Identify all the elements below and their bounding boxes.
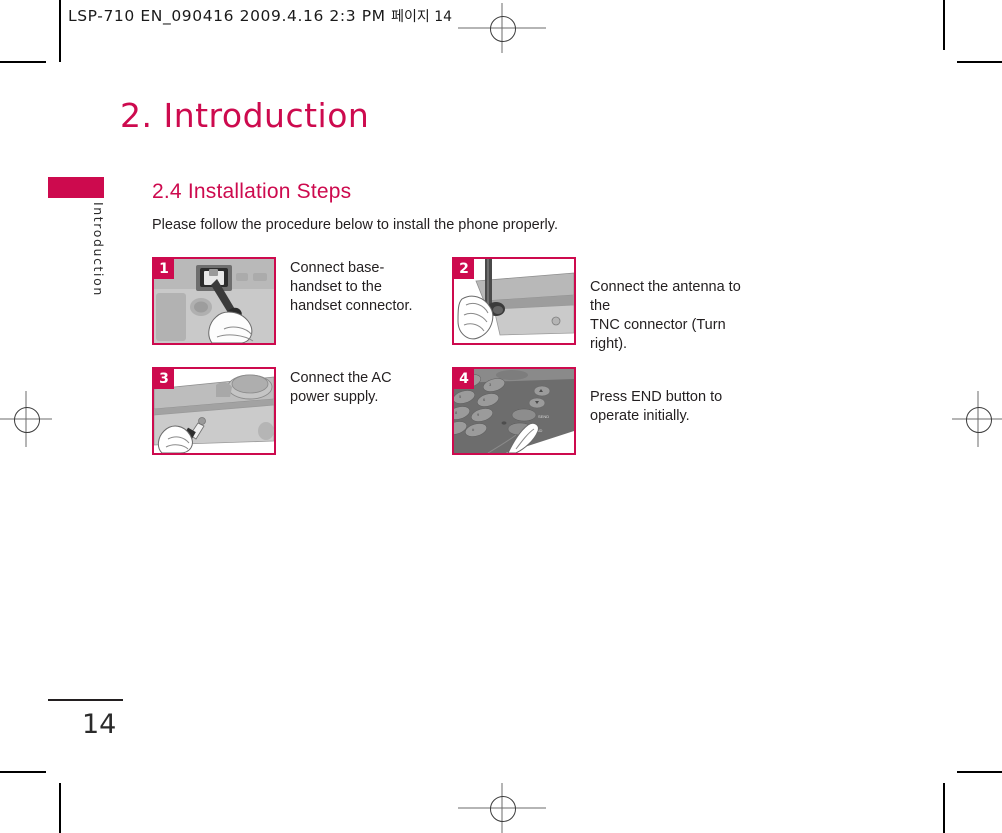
step-row-1: 1 Connect base- handset to the handset c…: [152, 257, 852, 354]
registration-mark-top: [458, 3, 546, 53]
registration-mark-bottom: [458, 783, 546, 833]
crop-mark-top-left-vertical: [59, 0, 61, 62]
registration-mark-circle: [490, 16, 516, 42]
crop-mark-bottom-left-vertical: [59, 783, 61, 833]
page-title: 2. Introduction: [120, 96, 370, 135]
handset-connector-photo: 1: [152, 257, 276, 345]
step-item-3: 3 Connect the AC power supply.: [152, 367, 452, 455]
section-intro-text: Please follow the procedure below to ins…: [152, 217, 558, 233]
chapter-tab-label: Introduction: [91, 202, 106, 297]
step-badge-4: 4: [454, 369, 474, 389]
step-badge-1: 1: [154, 259, 174, 279]
installation-steps-list: 1 Connect base- handset to the handset c…: [152, 257, 852, 468]
step-caption-1: Connect base- handset to the handset con…: [290, 260, 413, 314]
step-row-2: 3 Connect the AC power supply. 4 3 5 6 8…: [152, 367, 852, 455]
prepress-slug-korean: 페이지 14: [391, 9, 453, 25]
step-item-4: 4 3 5 6 8 9 # SEND Press END button to o…: [452, 367, 752, 455]
crop-mark-top-right-horizontal: [957, 61, 1002, 63]
page-number: 14: [82, 709, 117, 740]
crop-mark-top-right-vertical: [943, 0, 945, 50]
step-badge-3: 3: [154, 369, 174, 389]
registration-mark-circle: [490, 796, 516, 822]
chapter-tab-bar: [48, 177, 104, 198]
prepress-slug: LSP-710 EN_090416 2009.4.16 2:3 PM 페이지 1…: [68, 6, 452, 26]
prepress-slug-main: LSP-710 EN_090416 2009.4.16 2:3 PM: [68, 7, 386, 25]
crop-mark-bottom-left-horizontal: [0, 771, 46, 773]
ac-power-supply-photo: 3: [152, 367, 276, 455]
registration-mark-left: [0, 391, 52, 447]
crop-mark-bottom-right-horizontal: [957, 771, 1002, 773]
step-item-2: 2 Connect the antenna to the TNC connect…: [452, 257, 752, 354]
registration-mark-circle: [14, 407, 40, 433]
crop-mark-top-left-horizontal: [0, 61, 46, 63]
step-caption-2: Connect the antenna to the TNC connector…: [590, 279, 741, 352]
end-button-keypad-photo: 4 3 5 6 8 9 # SEND: [452, 367, 576, 455]
antenna-tnc-photo: 2: [452, 257, 576, 345]
footer-divider: [48, 699, 123, 701]
registration-mark-circle: [966, 407, 992, 433]
section-heading: 2.4 Installation Steps: [152, 180, 352, 203]
step-item-1: 1 Connect base- handset to the handset c…: [152, 257, 452, 354]
step-caption-3: Connect the AC power supply.: [290, 370, 392, 405]
registration-mark-right: [952, 391, 1002, 447]
step-caption-4: Press END button to operate initially.: [590, 389, 723, 424]
crop-mark-bottom-right-vertical: [943, 783, 945, 833]
svg-text:SEND: SEND: [538, 414, 549, 419]
step-badge-2: 2: [454, 259, 474, 279]
